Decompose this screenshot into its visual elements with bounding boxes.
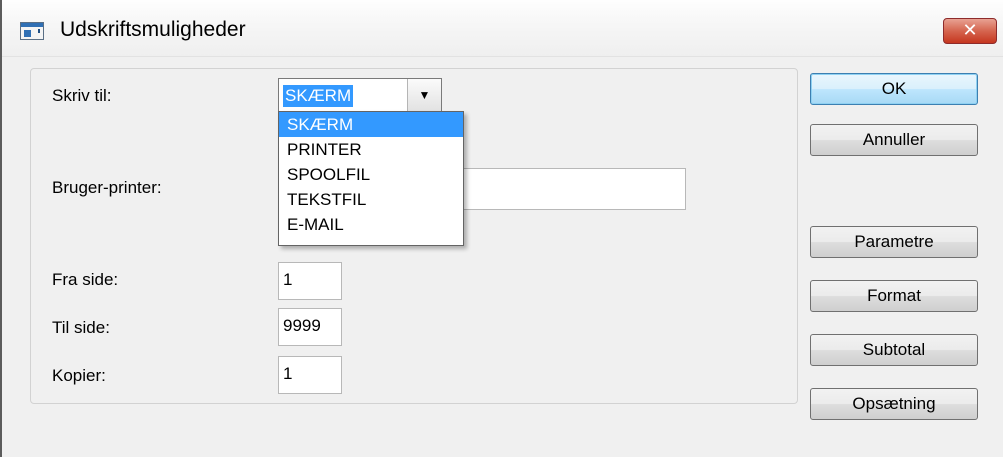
print-to-label: Skriv til: (52, 86, 112, 105)
print-to-combobox[interactable]: SKÆRM ▼ (278, 78, 442, 112)
dropdown-option-email[interactable]: E-MAIL (279, 212, 463, 237)
copies-field[interactable]: 1 (278, 356, 342, 394)
to-page-label: Til side: (52, 318, 110, 337)
ok-button[interactable]: OK (810, 73, 978, 105)
dropdown-option-tekstfil[interactable]: TEKSTFIL (279, 187, 463, 212)
parameters-button[interactable]: Parametre (810, 226, 978, 258)
close-icon[interactable]: ✕ (943, 18, 997, 44)
to-page-field[interactable]: 9999 (278, 308, 342, 346)
user-printer-label: Bruger-printer: (52, 178, 162, 197)
print-to-dropdown-list: SKÆRM PRINTER SPOOLFIL TEKSTFIL E-MAIL (278, 111, 464, 246)
dropdown-option-printer[interactable]: PRINTER (279, 137, 463, 162)
setup-button[interactable]: Opsætning (810, 388, 978, 420)
title-bar: Udskriftsmuligheder ✕ (2, 0, 1003, 57)
cancel-button[interactable]: Annuller (810, 124, 978, 156)
chevron-down-icon[interactable]: ▼ (407, 79, 441, 111)
dropdown-option-spoolfil[interactable]: SPOOLFIL (279, 162, 463, 187)
print-to-value: SKÆRM (283, 85, 354, 107)
dropdown-option-skaerm[interactable]: SKÆRM (279, 112, 463, 137)
app-window-icon (20, 22, 44, 40)
copies-label: Kopier: (52, 366, 106, 385)
window-title: Udskriftsmuligheder (60, 18, 246, 41)
format-button[interactable]: Format (810, 280, 978, 312)
dialog-window: Udskriftsmuligheder ✕ Skriv til: SKÆRM ▼… (0, 0, 1003, 457)
from-page-field[interactable]: 1 (278, 262, 342, 300)
subtotal-button[interactable]: Subtotal (810, 334, 978, 366)
from-page-label: Fra side: (52, 270, 119, 289)
